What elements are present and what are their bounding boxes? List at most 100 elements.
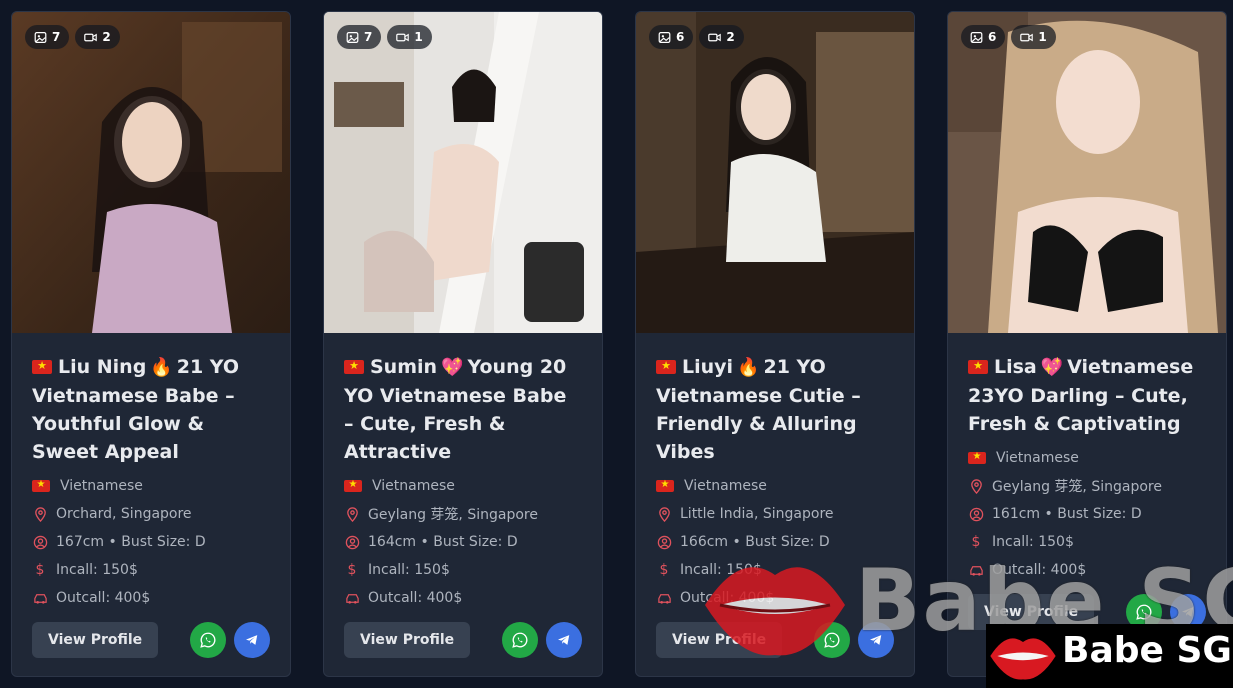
photo-count: 6 [988,30,997,44]
logo-text: Babe SG [1062,630,1232,671]
whatsapp-button[interactable] [502,622,538,658]
nationality-row: Vietnamese [968,444,1206,472]
lips-logo-icon [990,638,1056,680]
dollar-icon: $ [35,562,45,578]
car-icon [32,590,48,606]
video-icon [708,33,722,41]
user-circle-icon [344,534,360,550]
vietnam-flag-icon [32,478,50,492]
image-icon [34,31,47,43]
brand-logo: Babe SG [986,624,1233,688]
outcall-row: Outcall: 400$ [32,584,270,612]
location-row: Orchard, Singapore [32,500,270,528]
stats-row: 166cm • Bust Size: D [656,528,894,556]
nationality-text: Vietnamese [372,478,455,494]
incall-row: $ Incall: 150$ [344,556,582,584]
map-pin-icon [344,506,360,522]
photo-image [636,12,914,333]
dollar-icon: $ [347,562,357,578]
profile-card: 6 1 Lisa💖Vietnamese 23YO Darling – Cute,… [947,11,1227,677]
profile-card: 7 2 Liu Ning🔥21 YO Vietnamese Babe – You… [11,11,291,677]
photo-count: 7 [52,30,61,44]
telegram-icon [1182,607,1194,617]
profile-photo[interactable]: 7 2 [12,12,290,333]
view-profile-button[interactable]: View Profile [344,622,471,658]
incall-text: Incall: 150$ [992,534,1074,550]
profile-name: Liu Ning [58,356,147,378]
video-count-badge: 2 [75,25,120,49]
video-count: 2 [726,30,735,44]
location-row: Geylang 芽笼, Singapore [968,472,1206,500]
photo-count-badge: 7 [25,25,70,49]
video-count: 1 [1038,30,1047,44]
video-icon [396,33,410,41]
vietnam-flag-icon [344,478,362,492]
location-row: Geylang 芽笼, Singapore [344,500,582,528]
profile-title[interactable]: Liu Ning🔥21 YO Vietnamese Babe – Youthfu… [32,353,270,466]
stats-text: 161cm • Bust Size: D [992,506,1142,522]
vietnam-flag-icon [968,358,988,374]
vietnam-flag-icon [32,358,52,374]
telegram-button[interactable] [858,622,894,658]
telegram-icon [558,635,570,645]
whatsapp-button[interactable] [814,622,850,658]
telegram-button[interactable] [546,622,582,658]
video-icon [1020,33,1034,41]
user-circle-icon [32,534,48,550]
image-icon [970,31,983,43]
profile-grid: 7 2 Liu Ning🔥21 YO Vietnamese Babe – You… [0,0,1233,688]
profile-title[interactable]: Lisa💖Vietnamese 23YO Darling – Cute, Fre… [968,353,1206,438]
location-text: Geylang 芽笼, Singapore [992,479,1162,495]
video-icon [84,33,98,41]
stats-text: 166cm • Bust Size: D [680,534,830,550]
profile-card: 7 1 Sumin💖Young 20 YO Vietnamese Babe – … [323,11,603,677]
nationality-text: Vietnamese [60,478,143,494]
incall-text: Incall: 150$ [680,562,762,578]
telegram-icon [246,635,258,645]
incall-text: Incall: 150$ [368,562,450,578]
photo-count-badge: 6 [649,25,694,49]
telegram-button[interactable] [234,622,270,658]
telegram-icon [870,635,882,645]
profile-name: Liuyi [682,356,734,378]
incall-row: $ Incall: 150$ [656,556,894,584]
profile-name: Sumin [370,356,438,378]
profile-photo[interactable]: 6 2 [636,12,914,333]
profile-title[interactable]: Liuyi🔥21 YO Vietnamese Cutie – Friendly … [656,353,894,466]
photo-image [324,12,602,333]
location-text: Orchard, Singapore [56,506,192,522]
stats-text: 164cm • Bust Size: D [368,534,518,550]
map-pin-icon [656,506,672,522]
heart-emoji-icon: 💖 [1040,357,1064,378]
stats-row: 161cm • Bust Size: D [968,500,1206,528]
whatsapp-button[interactable] [190,622,226,658]
profile-card: 6 2 Liuyi🔥21 YO Vietnamese Cutie – Frien… [635,11,915,677]
view-profile-button[interactable]: View Profile [656,622,783,658]
fire-emoji-icon: 🔥 [737,357,760,378]
profile-photo[interactable]: 7 1 [324,12,602,333]
dollar-icon: $ [971,534,981,550]
video-count-badge: 1 [1011,25,1056,49]
photo-count-badge: 7 [337,25,382,49]
map-pin-icon [968,478,984,494]
outcall-text: Outcall: 400$ [992,562,1087,578]
user-circle-icon [656,534,672,550]
location-text: Geylang 芽笼, Singapore [368,507,538,523]
profile-title[interactable]: Sumin💖Young 20 YO Vietnamese Babe – Cute… [344,353,582,466]
profile-name: Lisa [994,356,1037,378]
profile-photo[interactable]: 6 1 [948,12,1226,333]
stats-row: 167cm • Bust Size: D [32,528,270,556]
view-profile-button[interactable]: View Profile [32,622,159,658]
outcall-row: Outcall: 400$ [656,584,894,612]
user-circle-icon [968,506,984,522]
location-row: Little India, Singapore [656,500,894,528]
nationality-row: Vietnamese [344,472,582,500]
car-icon [656,590,672,606]
stats-text: 167cm • Bust Size: D [56,534,206,550]
video-count: 1 [414,30,423,44]
nationality-text: Vietnamese [996,450,1079,466]
nationality-row: Vietnamese [32,472,270,500]
fire-emoji-icon: 🔥 [150,357,173,378]
photo-count: 7 [364,30,373,44]
nationality-row: Vietnamese [656,472,894,500]
